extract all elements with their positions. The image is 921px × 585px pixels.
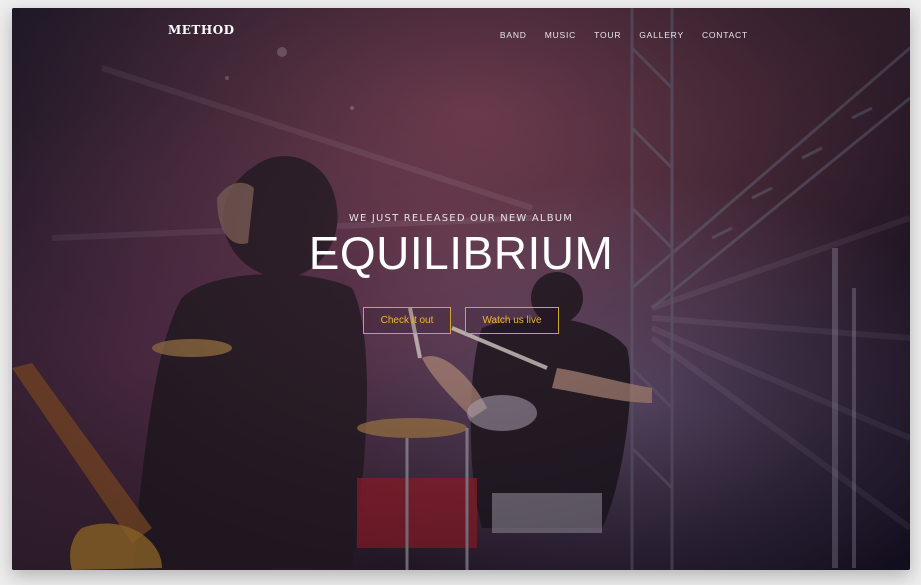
nav-menu: BAND MUSIC TOUR GALLERY CONTACT [500, 25, 748, 43]
nav-link-tour[interactable]: TOUR [594, 30, 621, 40]
hero-actions: Check it out Watch us live [12, 306, 910, 334]
check-it-out-button[interactable]: Check it out [363, 306, 451, 334]
nav-item-band: BAND [500, 25, 527, 43]
hero-kicker: WE JUST RELEASED OUR NEW ALBUM [348, 213, 574, 224]
nav-link-gallery[interactable]: GALLERY [639, 30, 684, 40]
site-logo[interactable]: METHOD [168, 23, 235, 37]
top-navigation: METHOD BAND MUSIC TOUR GALLERY CONTACT [12, 8, 910, 54]
nav-item-tour: TOUR [594, 25, 621, 43]
website-frame: METHOD BAND MUSIC TOUR GALLERY CONTACT W… [12, 8, 910, 570]
nav-link-band[interactable]: BAND [500, 30, 527, 40]
nav-item-music: MUSIC [545, 25, 576, 43]
nav-item-gallery: GALLERY [639, 25, 684, 43]
nav-link-contact[interactable]: CONTACT [702, 30, 748, 40]
hero-section: WE JUST RELEASED OUR NEW ALBUM EQUILIBRI… [12, 213, 910, 334]
nav-item-contact: CONTACT [702, 25, 748, 43]
album-title: EQUILIBRIUM [308, 227, 614, 279]
watch-us-live-button[interactable]: Watch us live [465, 306, 559, 334]
nav-link-music[interactable]: MUSIC [545, 30, 576, 40]
